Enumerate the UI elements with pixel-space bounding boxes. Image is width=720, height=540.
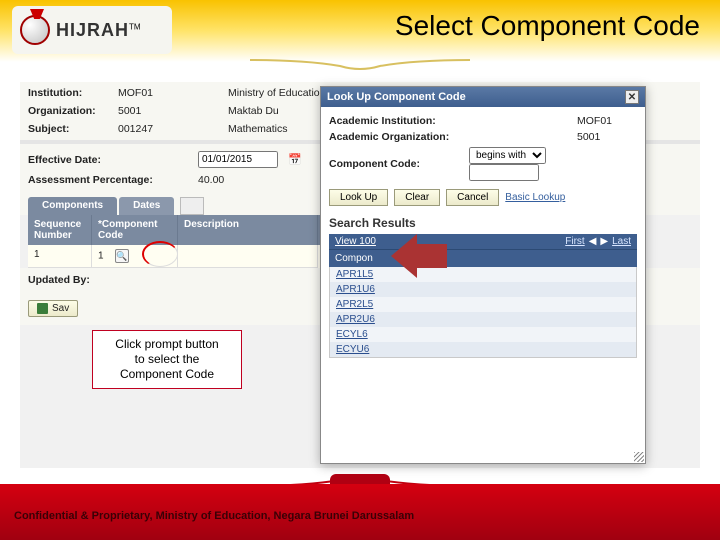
brand-name: HIJRAH	[56, 20, 129, 40]
last-link[interactable]: Last	[612, 236, 631, 247]
results-list: APR1L5 APR1U6 APR2L5 APR2U6 ECYL6 ECYU6	[329, 267, 637, 358]
operator-select[interactable]: begins with	[469, 147, 546, 164]
tab-dates[interactable]: Dates	[119, 197, 174, 215]
next-icon[interactable]: ▶	[600, 236, 608, 247]
modal-close-button[interactable]: ✕	[625, 90, 639, 104]
callout-arrow	[391, 234, 447, 278]
modal-comp-code-label: Component Code:	[329, 158, 469, 170]
effective-date-input[interactable]	[198, 151, 278, 168]
cancel-button[interactable]: Cancel	[446, 189, 499, 206]
assessment-pct-value: 40.00	[198, 174, 288, 186]
tab-components[interactable]: Components	[28, 197, 117, 215]
lookup-button[interactable]: Look Up	[329, 189, 388, 206]
resize-handle-icon[interactable]	[634, 452, 644, 462]
subject-value: 001247	[118, 123, 188, 135]
institution-value: MOF01	[118, 87, 188, 99]
result-row[interactable]: ECYL6	[330, 327, 636, 342]
callout-line2: to select the	[99, 352, 235, 367]
instruction-callout: Click prompt button to select the Compon…	[92, 330, 242, 389]
basic-lookup-link[interactable]: Basic Lookup	[505, 192, 565, 203]
institution-label: Institution:	[28, 87, 118, 99]
component-code-prompt-button[interactable]: 🔍	[115, 249, 129, 263]
result-row[interactable]: APR1U6	[330, 282, 636, 297]
assessment-pct-label: Assessment Percentage:	[28, 174, 198, 186]
trademark: TM	[129, 22, 141, 31]
organization-label: Organization:	[28, 105, 118, 117]
footer-text: Confidential & Proprietary, Ministry of …	[14, 510, 414, 522]
cell-code-value: 1	[98, 251, 104, 262]
modal-acad-inst-value: MOF01	[577, 115, 637, 127]
modal-acad-inst-label: Academic Institution:	[329, 115, 469, 127]
calendar-icon[interactable]: 📅	[288, 153, 318, 166]
result-row[interactable]: APR2U6	[330, 312, 636, 327]
cell-sequence: 1	[28, 245, 92, 268]
modal-acad-org-value: 5001	[577, 131, 637, 143]
prev-icon[interactable]: ◀	[589, 236, 597, 247]
cell-description	[178, 245, 318, 268]
table-row: 1 1 🔍	[28, 245, 324, 268]
results-col-label: Compon	[335, 253, 373, 264]
save-disk-icon	[37, 303, 48, 314]
first-link[interactable]: First	[565, 236, 584, 247]
component-grid: Sequence Number *Component Code Descript…	[28, 215, 324, 268]
effective-date-label: Effective Date:	[28, 154, 198, 166]
brand-logo: HIJRAHTM	[12, 6, 172, 54]
highlight-ring	[142, 241, 178, 267]
page-title: Select Component Code	[395, 10, 700, 42]
col-component-code: *Component Code	[92, 215, 178, 245]
result-row[interactable]: APR2L5	[330, 297, 636, 312]
save-button[interactable]: Sav	[28, 300, 78, 317]
app-screenshot: Institution: MOF01 Ministry of Education…	[20, 82, 700, 468]
callout-line1: Click prompt button	[99, 337, 235, 352]
col-description: Description	[178, 215, 318, 245]
magnifier-icon: 🔍	[116, 251, 127, 262]
modal-acad-org-label: Academic Organization:	[329, 131, 469, 143]
save-label: Sav	[52, 303, 69, 314]
callout-line3: Component Code	[99, 367, 235, 382]
search-results-heading: Search Results	[329, 216, 637, 230]
lookup-modal: Look Up Component Code ✕ Academic Instit…	[320, 86, 646, 464]
result-row[interactable]: ECYU6	[330, 342, 636, 357]
results-column-header: Compon	[329, 249, 637, 267]
view-100-link[interactable]: View 100	[335, 236, 376, 247]
modal-title-text: Look Up Component Code	[327, 91, 466, 103]
clear-button[interactable]: Clear	[394, 189, 440, 206]
results-toolbar: View 100 First ◀ ▶ Last	[329, 234, 637, 249]
modal-titlebar: Look Up Component Code ✕	[321, 87, 645, 107]
organization-value: 5001	[118, 105, 188, 117]
col-sequence: Sequence Number	[28, 215, 92, 245]
grid-expand-icon[interactable]	[180, 197, 204, 215]
top-bracket-decoration	[250, 58, 470, 72]
subject-label: Subject:	[28, 123, 118, 135]
component-code-search-input[interactable]	[469, 164, 539, 181]
medal-icon	[20, 15, 50, 45]
result-row[interactable]: APR1L5	[330, 267, 636, 282]
